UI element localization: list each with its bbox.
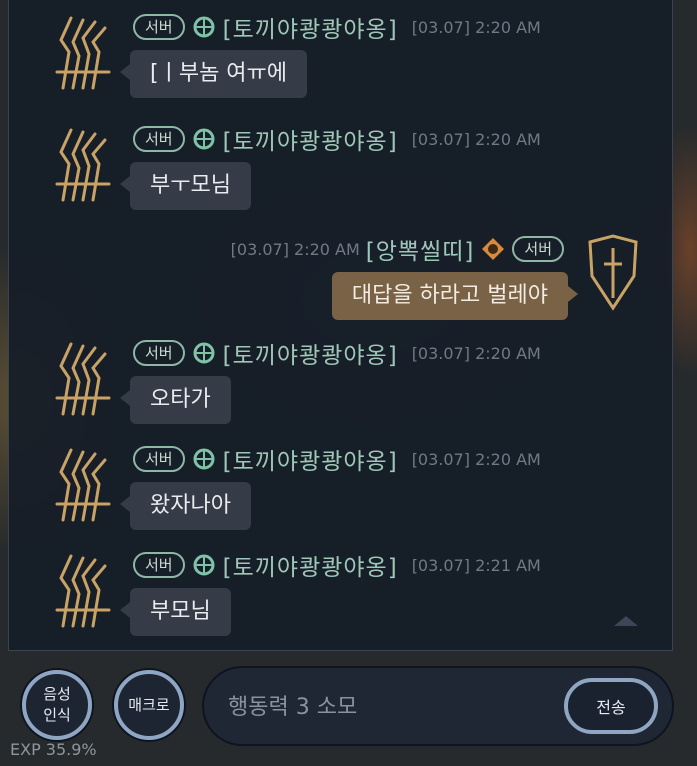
message-header: 서버 [토끼야쾅쾅야옹] [03.07] 2:20 AM (133, 442, 541, 476)
chat-message: 서버 [토끼야쾅쾅야옹] [03.07] 2:20 AM 오타가 (9, 326, 672, 434)
guild-crest-icon (193, 16, 215, 38)
guild-emblem-avatar[interactable] (49, 124, 117, 204)
guild-crest-icon (193, 342, 215, 364)
shield-emblem-avatar[interactable] (582, 234, 644, 314)
guild-emblem-avatar[interactable] (49, 444, 117, 524)
guild-crest-icon (193, 554, 215, 576)
macro-button[interactable]: 매크로 (114, 670, 184, 740)
message-header: 서버 [토끼야쾅쾅야옹] [03.07] 2:20 AM (133, 336, 541, 370)
message-bubble: 오타가 (120, 376, 231, 424)
message-header: [03.07] 2:20 AM [앙뽁씰띠] 서버 (223, 232, 564, 266)
chat-input[interactable] (226, 668, 560, 746)
guild-crest-icon (193, 128, 215, 150)
sender-name[interactable]: [앙뽁씰띠] (366, 232, 475, 266)
message-bubble: 왔자나아 (120, 482, 251, 530)
guild-emblem-avatar[interactable] (49, 550, 117, 630)
sender-name[interactable]: [토끼야쾅쾅야옹] (223, 336, 398, 370)
server-badge: 서버 (133, 14, 185, 40)
chat-message: 서버 [토끼야쾅쾅야옹] [03.07] 2:20 AM 부ㅜ모님 (9, 112, 672, 220)
message-timestamp: [03.07] 2:20 AM (411, 449, 541, 469)
chat-message: 서버 [토끼야쾅쾅야옹] [03.07] 2:20 AM 왔자나아 (9, 432, 672, 540)
server-badge: 서버 (133, 126, 185, 152)
chat-message: 서버 [토끼야쾅쾅야옹] [03.07] 2:20 AM [ㅣ부놈 여ㅠ에 (9, 0, 672, 108)
message-timestamp: [03.07] 2:20 AM (230, 239, 360, 259)
message-bubble: 부ㅜ모님 (120, 162, 251, 210)
server-badge: 서버 (133, 340, 185, 366)
voice-recognition-button[interactable]: 음성 인식 (22, 670, 92, 740)
chat-panel[interactable]: 서버 [토끼야쾅쾅야옹] [03.07] 2:20 AM [ㅣ부놈 여ㅠ에 서버… (8, 0, 673, 651)
server-badge: 서버 (512, 236, 564, 262)
guild-crest-icon (482, 238, 505, 260)
message-header: 서버 [토끼야쾅쾅야옹] [03.07] 2:20 AM (133, 122, 541, 156)
message-header: 서버 [토끼야쾅쾅야옹] [03.07] 2:20 AM (133, 10, 541, 44)
message-timestamp: [03.07] 2:21 AM (411, 555, 541, 575)
message-timestamp: [03.07] 2:20 AM (411, 129, 541, 149)
server-badge: 서버 (133, 446, 185, 472)
guild-crest-icon (193, 448, 215, 470)
exp-readout: EXP 35.9% (10, 740, 97, 759)
scroll-up-icon[interactable] (614, 616, 638, 626)
sender-name[interactable]: [토끼야쾅쾅야옹] (223, 10, 398, 44)
server-badge: 서버 (133, 552, 185, 578)
message-timestamp: [03.07] 2:20 AM (411, 343, 541, 363)
message-bubble: 부모님 (120, 588, 231, 636)
sender-name[interactable]: [토끼야쾅쾅야옹] (223, 442, 398, 476)
message-bubble: [ㅣ부놈 여ㅠ에 (119, 50, 308, 98)
sender-name[interactable]: [토끼야쾅쾅야옹] (223, 122, 398, 156)
message-bubble: 대답을 하라고 벌레야 (331, 272, 579, 320)
chat-input-bar: 전송 (204, 668, 672, 746)
guild-emblem-avatar[interactable] (49, 12, 117, 92)
chat-message-mine: [03.07] 2:20 AM [앙뽁씰띠] 서버 대답을 하라고 벌레야 (9, 222, 672, 330)
sender-name[interactable]: [토끼야쾅쾅야옹] (223, 548, 398, 582)
guild-emblem-avatar[interactable] (49, 338, 117, 418)
message-header: 서버 [토끼야쾅쾅야옹] [03.07] 2:21 AM (133, 548, 541, 582)
chat-message: 서버 [토끼야쾅쾅야옹] [03.07] 2:21 AM 부모님 (9, 538, 672, 646)
message-timestamp: [03.07] 2:20 AM (411, 17, 541, 37)
send-button[interactable]: 전송 (564, 678, 658, 734)
